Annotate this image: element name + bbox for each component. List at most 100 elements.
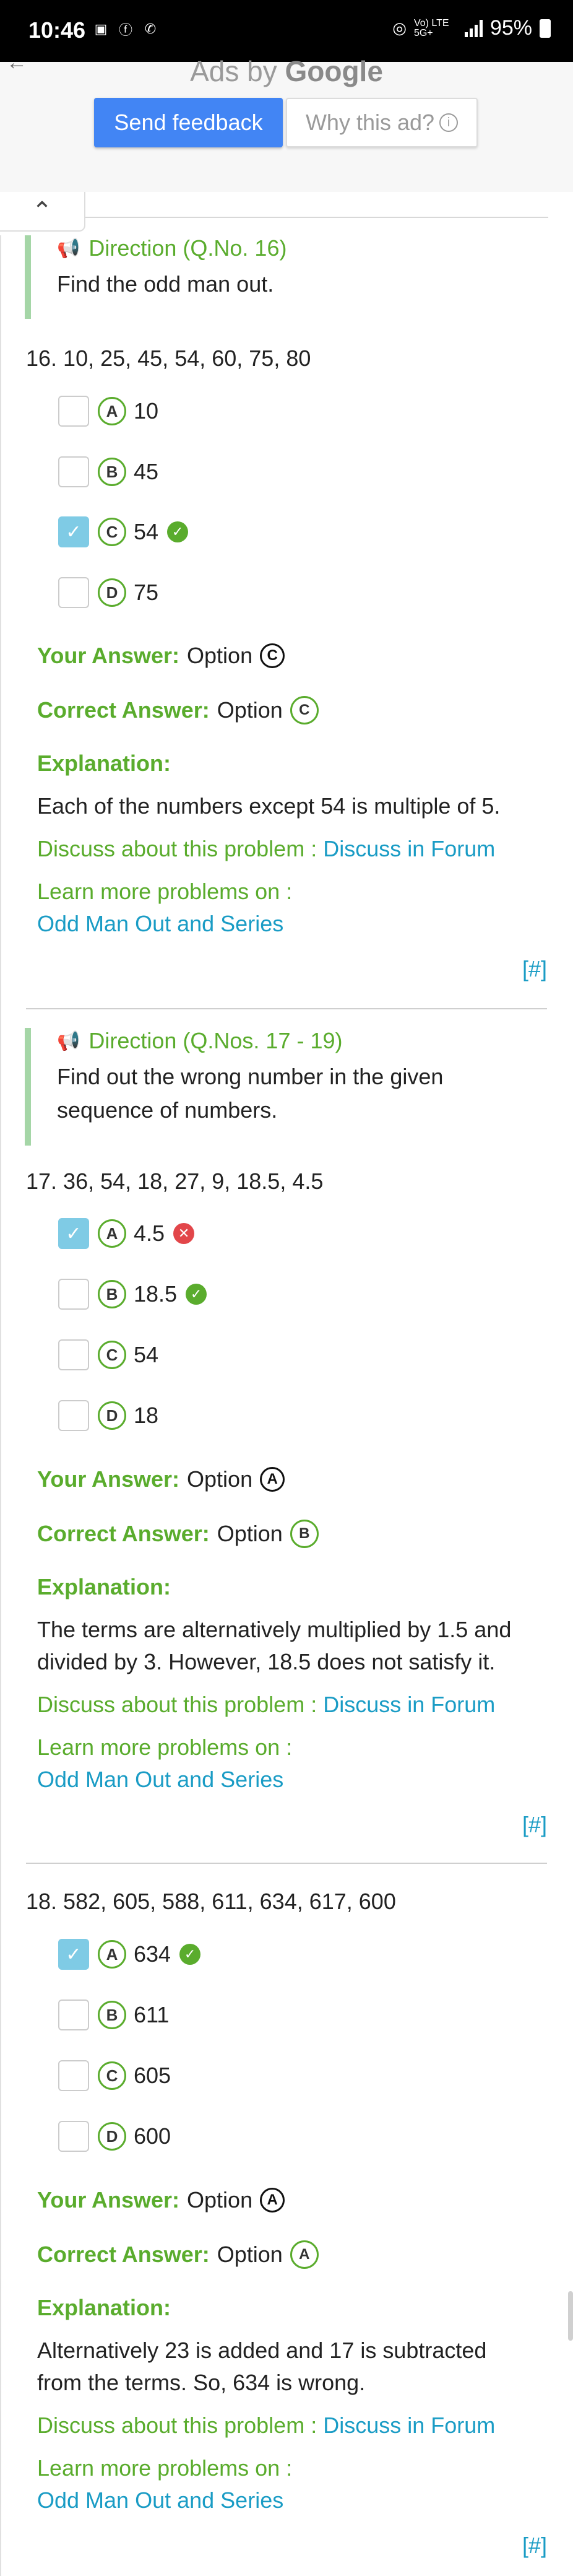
explanation-line: from the terms. So, 634 is wrong. bbox=[37, 2370, 366, 2395]
hotspot-icon: ◎ bbox=[392, 19, 407, 37]
checkbox[interactable] bbox=[58, 2060, 89, 2091]
your-answer-label: Your Answer: bbox=[37, 643, 180, 668]
option-value: 4.5 bbox=[134, 1221, 165, 1246]
battery-icon bbox=[540, 19, 551, 38]
why-this-ad-label: Why this ad? bbox=[305, 110, 435, 135]
odd-man-out-link[interactable]: Odd Man Out and Series bbox=[37, 2487, 283, 2513]
option-18-a[interactable]: ✓ A 634 ✓ bbox=[58, 1937, 201, 1972]
option-16-c[interactable]: ✓ C 54 ✓ bbox=[58, 515, 189, 549]
checkbox[interactable] bbox=[58, 1279, 89, 1310]
your-answer-letter: C bbox=[260, 643, 285, 668]
permalink-hash[interactable]: [#] bbox=[522, 956, 547, 982]
send-feedback-button[interactable]: Send feedback bbox=[94, 98, 283, 147]
checkbox[interactable] bbox=[58, 1999, 89, 2030]
question-18: 18. 582, 605, 588, 611, 634, 617, 600 bbox=[26, 1889, 396, 1914]
option-letter: C bbox=[98, 2061, 126, 2090]
option-17-a[interactable]: ✓ A 4.5 ✕ bbox=[58, 1216, 195, 1251]
cross-circle-icon: ✕ bbox=[173, 1223, 195, 1244]
checkbox-checked[interactable]: ✓ bbox=[58, 1939, 89, 1970]
discuss-row: Discuss about this problem : Discuss in … bbox=[37, 1692, 495, 1718]
option-16-d[interactable]: D 75 bbox=[58, 575, 158, 610]
odd-man-out-link[interactable]: Odd Man Out and Series bbox=[37, 1767, 283, 1792]
option-value: 611 bbox=[134, 2002, 170, 2027]
checkbox[interactable] bbox=[58, 456, 89, 487]
option-letter: B bbox=[98, 1280, 126, 1308]
discuss-in-forum-link[interactable]: Discuss in Forum bbox=[323, 1692, 495, 1717]
google-brand: Google bbox=[285, 55, 383, 87]
scrollbar-thumb[interactable] bbox=[568, 2291, 573, 2341]
option-16-b[interactable]: B 45 bbox=[58, 455, 158, 489]
explanation-line: divided by 3. However, 18.5 does not sat… bbox=[37, 1649, 496, 1674]
direction-text-line: Find out the wrong number in the given bbox=[57, 1064, 444, 1089]
check-circle-icon: ✓ bbox=[167, 521, 189, 542]
discuss-row: Discuss about this problem : Discuss in … bbox=[37, 836, 495, 862]
correct-answer-letter: B bbox=[290, 1520, 319, 1548]
direction-title-text: Direction (Q.No. 16) bbox=[88, 235, 287, 261]
megaphone-icon: 📢 bbox=[57, 1030, 80, 1051]
discuss-label: Discuss about this problem : bbox=[37, 2413, 317, 2438]
correct-answer-16: Correct Answer: Option C bbox=[37, 696, 319, 724]
direction-block-17-19: 📢 Direction (Q.Nos. 17 - 19) Find out th… bbox=[25, 1028, 443, 1146]
permalink-hash[interactable]: [#] bbox=[522, 2533, 547, 2559]
permalink-hash[interactable]: [#] bbox=[522, 1812, 547, 1838]
option-letter: B bbox=[98, 458, 126, 486]
your-answer-label: Your Answer: bbox=[37, 2187, 180, 2213]
direction-title: 📢 Direction (Q.No. 16) bbox=[57, 235, 286, 261]
divider bbox=[26, 1863, 547, 1864]
option-17-c[interactable]: C 54 bbox=[58, 1338, 158, 1372]
checkbox[interactable] bbox=[58, 396, 89, 427]
correct-answer-letter: A bbox=[290, 2240, 319, 2269]
learn-more-block: Learn more problems on : Odd Man Out and… bbox=[37, 876, 292, 940]
explanation-text: Each of the numbers except 54 is multipl… bbox=[37, 793, 501, 819]
option-letter: A bbox=[98, 1940, 126, 1969]
checkbox[interactable] bbox=[58, 1400, 89, 1431]
option-17-b[interactable]: B 18.5 ✓ bbox=[58, 1277, 207, 1312]
your-answer-16: Your Answer: Option C bbox=[37, 643, 285, 669]
option-value: 634 bbox=[134, 1941, 171, 1967]
discuss-label: Discuss about this problem : bbox=[37, 1692, 317, 1717]
your-answer-17: Your Answer: Option A bbox=[37, 1466, 285, 1492]
checkbox[interactable] bbox=[58, 577, 89, 608]
divider bbox=[85, 217, 548, 218]
explanation-heading: Explanation: bbox=[37, 751, 171, 776]
whatsapp-icon: ✆ bbox=[144, 21, 157, 37]
collapse-ad-button[interactable]: ⌃ bbox=[0, 192, 85, 232]
your-answer-letter: A bbox=[260, 1467, 285, 1492]
option-letter: C bbox=[98, 518, 126, 546]
checkbox-checked[interactable]: ✓ bbox=[58, 1218, 89, 1249]
learn-more-label: Learn more problems on : bbox=[37, 879, 293, 904]
option-18-c[interactable]: C 605 bbox=[58, 2058, 171, 2093]
megaphone-icon: 📢 bbox=[57, 238, 80, 259]
option-18-d[interactable]: D 600 bbox=[58, 2119, 171, 2154]
explanation-line: The terms are alternatively multiplied b… bbox=[37, 1617, 512, 1642]
correct-answer-17: Correct Answer: Option B bbox=[37, 1520, 319, 1548]
direction-title: 📢 Direction (Q.Nos. 17 - 19) bbox=[57, 1028, 443, 1054]
status-bar: 10:46 ▣ ⓕ ✆ ◎ Vo) LTE 5G+ 95% bbox=[0, 0, 573, 62]
correct-answer-text: Option bbox=[217, 2242, 283, 2267]
learn-more-label: Learn more problems on : bbox=[37, 2455, 293, 2481]
direction-title-text: Direction (Q.Nos. 17 - 19) bbox=[88, 1028, 343, 1053]
option-16-a[interactable]: A 10 bbox=[58, 394, 158, 429]
status-time: 10:46 bbox=[28, 17, 86, 43]
option-letter: C bbox=[98, 1341, 126, 1369]
odd-man-out-link[interactable]: Odd Man Out and Series bbox=[37, 911, 283, 936]
signal-icon bbox=[464, 19, 483, 37]
option-18-b[interactable]: B 611 bbox=[58, 1998, 169, 2032]
option-17-d[interactable]: D 18 bbox=[58, 1398, 158, 1433]
option-letter: A bbox=[98, 397, 126, 425]
checkbox-checked[interactable]: ✓ bbox=[58, 516, 89, 547]
option-value: 54 bbox=[134, 519, 159, 544]
option-value: 18.5 bbox=[134, 1281, 178, 1307]
your-answer-text: Option bbox=[187, 1466, 253, 1492]
divider bbox=[26, 1008, 547, 1009]
checkbox[interactable] bbox=[58, 1339, 89, 1370]
discuss-in-forum-link[interactable]: Discuss in Forum bbox=[323, 2413, 495, 2438]
your-answer-text: Option bbox=[187, 2187, 253, 2213]
checkbox[interactable] bbox=[58, 2121, 89, 2152]
explanation-text: The terms are alternatively multiplied b… bbox=[37, 1614, 545, 1678]
ads-by-google: Ads by Google bbox=[0, 54, 573, 88]
discuss-in-forum-link[interactable]: Discuss in Forum bbox=[323, 836, 495, 861]
info-icon: i bbox=[439, 113, 459, 132]
direction-text: Find the odd man out. bbox=[57, 271, 274, 297]
why-this-ad-button[interactable]: Why this ad? i bbox=[286, 98, 478, 147]
